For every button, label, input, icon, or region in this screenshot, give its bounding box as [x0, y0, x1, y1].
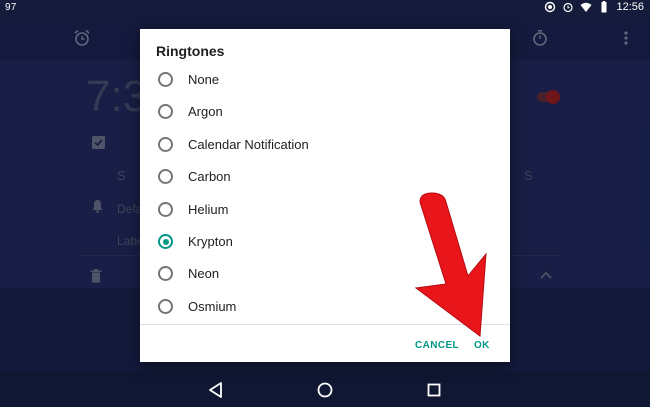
radio-button[interactable] — [158, 72, 173, 87]
red-arrow-annotation — [414, 192, 487, 337]
home-icon[interactable] — [315, 380, 335, 400]
wifi-icon — [580, 2, 592, 12]
ringtone-option[interactable]: Carbon — [140, 161, 510, 193]
radio-button[interactable] — [158, 201, 173, 217]
ringtone-label: Krypton — [188, 234, 233, 249]
ringtone-label: Calendar Notification — [188, 136, 309, 152]
battery-icon — [601, 1, 607, 13]
cancel-button[interactable]: CANCEL — [415, 340, 459, 351]
ringtone-label: Carbon — [188, 169, 231, 185]
dialog-title: Ringtones — [156, 43, 225, 59]
status-icons: 12:56 — [544, 1, 644, 13]
ringtone-label: Neon — [188, 266, 220, 282]
ringtone-option[interactable]: Argon — [140, 96, 510, 128]
recents-icon[interactable] — [424, 380, 444, 400]
ringtone-label: Osmium — [188, 298, 237, 314]
radio-button[interactable] — [158, 104, 173, 120]
ringtone-label: Helium — [188, 201, 229, 217]
status-notification-text: 97 — [5, 2, 17, 13]
radio-button[interactable] — [158, 136, 173, 152]
cast-icon — [545, 1, 556, 13]
ringtone-label: Argon — [188, 104, 223, 120]
alarm-status-icon — [563, 2, 574, 13]
android-screen: 97 12:56 7:3 S S Defa Labe Ringtones Non… — [0, 0, 650, 407]
status-time: 12:56 — [616, 1, 644, 13]
radio-button[interactable] — [158, 169, 173, 185]
ringtone-option[interactable]: Calendar Notification — [140, 129, 510, 161]
status-bar: 97 12:56 — [0, 0, 650, 17]
ok-button[interactable]: OK — [474, 340, 490, 351]
radio-button[interactable] — [158, 266, 173, 282]
ringtone-option[interactable]: None — [140, 64, 510, 96]
radio-button-selected[interactable] — [158, 234, 173, 249]
navigation-bar — [0, 372, 650, 407]
back-icon[interactable] — [206, 380, 226, 400]
ringtone-label: None — [188, 72, 220, 87]
radio-button[interactable] — [158, 298, 173, 314]
